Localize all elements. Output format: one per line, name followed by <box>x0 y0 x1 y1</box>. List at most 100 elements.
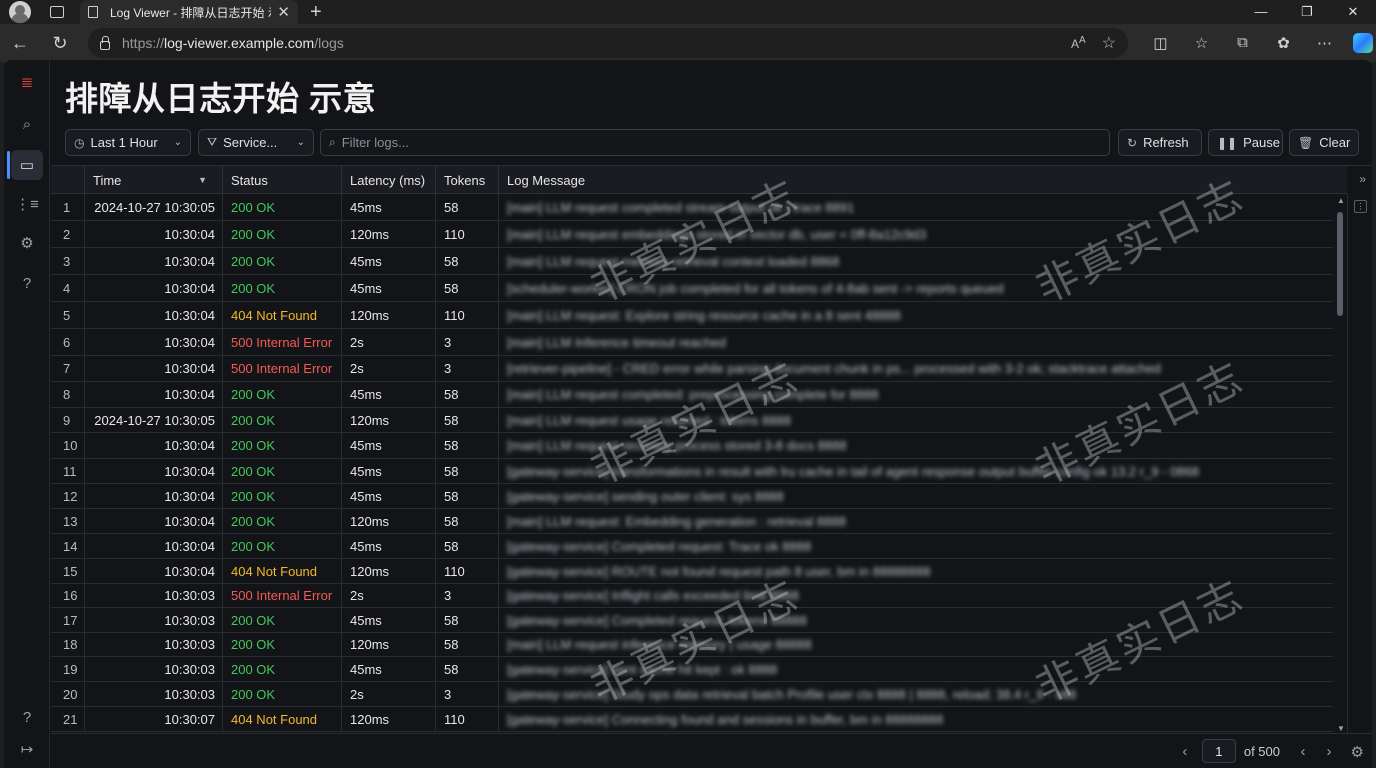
time-range-select[interactable]: ◷ Last 1 Hour ⌄ <box>65 129 191 156</box>
cell-log-message: [scheduler-worker] CRON job completed fo… <box>499 275 1333 301</box>
prev-page-icon[interactable]: ‹ <box>1290 743 1316 760</box>
table-row[interactable]: 9 2024-10-27 10:30:05 200 OK 120ms 58 [main] … <box>51 408 1333 433</box>
table-row[interactable]: 1 2024-10-27 10:30:05 200 OK 45ms 58 [main] L… <box>51 194 1333 221</box>
cell-status: 500 Internal Error <box>223 356 342 381</box>
cell-log-message: [gateway-service] Completed request: tok… <box>499 608 1333 632</box>
table-row[interactable]: 13 10:30:04 200 OK 120ms 58 [main] LLM reques… <box>51 509 1333 534</box>
info-icon[interactable]: ? <box>15 705 39 729</box>
favorite-star-icon[interactable]: ☆ <box>1102 33 1116 53</box>
collections-icon[interactable]: ⧉ <box>1222 34 1263 52</box>
read-aloud-icon[interactable]: AA <box>1071 35 1086 51</box>
column-header-status[interactable]: Status <box>223 166 342 194</box>
log-message-text: [main] LLM request: Explore string resou… <box>507 307 901 323</box>
first-page-icon[interactable]: ‹ <box>1172 743 1198 760</box>
cell-status: 200 OK <box>223 484 342 508</box>
cell-time: 10:30:04 <box>85 221 223 247</box>
close-tab-icon[interactable]: ✕ <box>277 3 290 21</box>
refresh-button[interactable]: ↻ Refresh <box>1118 129 1202 156</box>
cell-log-message: [main] LLM request usage returned : toke… <box>499 408 1333 432</box>
browser-toolbar-icons: ◫ ☆ ⧉ ✿ ⋯ <box>1140 34 1345 52</box>
filter-input[interactable] <box>341 135 1082 150</box>
next-page-icon[interactable]: › <box>1316 743 1342 760</box>
url-field[interactable]: https://log-viewer.example.com/logs AA ☆ <box>88 28 1128 58</box>
table-row[interactable]: 21 10:30:07 404 Not Found 120ms 110 [gateway-… <box>51 707 1333 732</box>
split-screen-icon[interactable]: ◫ <box>1140 34 1181 52</box>
pipeline-icon[interactable]: ⋮≡ <box>15 192 39 216</box>
table-row[interactable]: 20 10:30:03 200 OK 2s 3 [gateway-service] Stu… <box>51 682 1333 707</box>
copilot-icon[interactable] <box>1353 33 1373 53</box>
scroll-up-icon[interactable]: ▲ <box>1335 196 1347 205</box>
table-footer: ‹ 1 of 500 ‹ › ⚙ <box>51 733 1372 768</box>
panel-toggle-icon[interactable]: ⋮ <box>1354 200 1367 213</box>
table-row[interactable]: 16 10:30:03 500 Internal Error 2s 3 [gateway-… <box>51 584 1333 608</box>
minimize-icon[interactable]: — <box>1238 4 1284 20</box>
sort-down-icon[interactable]: ▼ <box>198 175 207 185</box>
table-row[interactable]: 5 10:30:04 404 Not Found 120ms 110 [main] LLM… <box>51 302 1333 329</box>
browser-tab-bar: Log Viewer - 排障从日志开始 示意 ✕ + — ❐ ✕ <box>0 0 1376 24</box>
vertical-scrollbar[interactable]: ▲ ▼ <box>1335 196 1347 736</box>
table-row[interactable]: 12 10:30:04 200 OK 45ms 58 [gateway-service] … <box>51 484 1333 509</box>
profile-avatar[interactable] <box>9 1 31 23</box>
table-row[interactable]: 2 10:30:04 200 OK 120ms 110 [main] LLM reques… <box>51 221 1333 248</box>
cell-status: 404 Not Found <box>223 302 342 328</box>
cell-log-message: [gateway-service] sent cache hit kept : … <box>499 657 1333 681</box>
help-icon[interactable]: ? <box>15 271 39 295</box>
column-header-latency[interactable]: Latency (ms) <box>342 166 436 194</box>
favorites-icon[interactable]: ☆ <box>1181 34 1222 52</box>
more-icon[interactable]: ⋯ <box>1304 34 1345 52</box>
table-row[interactable]: 19 10:30:03 200 OK 45ms 58 [gateway-service] … <box>51 657 1333 682</box>
lock-icon <box>100 35 110 50</box>
row-number: 14 <box>51 534 85 558</box>
pause-button[interactable]: ❚❚ Pause <box>1208 129 1283 156</box>
service-select[interactable]: ⛛ Service... ⌄ <box>198 129 314 156</box>
settings-gear-icon[interactable]: ⚙ <box>15 231 39 255</box>
search-icon[interactable]: ⌕ <box>15 112 39 136</box>
tab-actions-icon[interactable] <box>50 6 64 18</box>
cell-time: 10:30:04 <box>85 534 223 558</box>
chevron-down-icon: ⌄ <box>296 137 305 148</box>
cell-time: 10:30:04 <box>85 329 223 355</box>
table-row[interactable]: 7 10:30:04 500 Internal Error 2s 3 [retriever… <box>51 356 1333 382</box>
cell-tokens: 58 <box>436 484 499 508</box>
table-row[interactable]: 3 10:30:04 200 OK 45ms 58 [main] LLM request … <box>51 248 1333 275</box>
table-settings-icon[interactable]: ⚙ <box>1351 743 1364 761</box>
table-row[interactable]: 15 10:30:04 404 Not Found 120ms 110 [gateway-… <box>51 559 1333 584</box>
scroll-down-icon[interactable]: ▼ <box>1335 724 1347 733</box>
cell-tokens: 3 <box>436 584 499 607</box>
back-icon[interactable]: ← <box>0 33 40 54</box>
cell-time: 10:30:04 <box>85 382 223 407</box>
clock-icon: ◷ <box>74 135 85 150</box>
row-number: 6 <box>51 329 85 355</box>
cell-latency: 2s <box>342 584 436 607</box>
extensions-icon[interactable]: ✿ <box>1263 34 1304 52</box>
cell-time: 2024-10-27 10:30:05 <box>85 408 223 432</box>
maximize-icon[interactable]: ❐ <box>1284 4 1330 20</box>
column-header-time[interactable]: Time ▼ <box>85 166 223 194</box>
active-indicator <box>7 151 10 179</box>
row-number: 7 <box>51 356 85 381</box>
table-row[interactable]: 10 10:30:04 200 OK 45ms 58 [main] LLM request… <box>51 433 1333 459</box>
page-number-input[interactable]: 1 <box>1201 739 1236 763</box>
collapse-right-icon[interactable]: » <box>1359 172 1366 186</box>
table-row[interactable]: 14 10:30:04 200 OK 45ms 58 [gateway-service] … <box>51 534 1333 559</box>
table-row[interactable]: 17 10:30:03 200 OK 45ms 58 [gateway-service] … <box>51 608 1333 633</box>
new-tab-icon[interactable]: + <box>310 1 322 24</box>
column-header-tokens[interactable]: Tokens <box>436 166 499 194</box>
table-row[interactable]: 18 10:30:03 200 OK 120ms 58 [main] LLM reques… <box>51 633 1333 657</box>
clear-button[interactable]: 🗑 Clear <box>1289 129 1359 156</box>
trash-icon: 🗑 <box>1298 135 1314 150</box>
scrollbar-thumb[interactable] <box>1337 212 1343 316</box>
logs-folder-icon[interactable]: ▭ <box>15 153 39 177</box>
page-title: 排障从日志开始 示意 <box>65 80 377 117</box>
table-row[interactable]: 11 10:30:04 200 OK 45ms 58 [gateway-service] … <box>51 459 1333 484</box>
browser-tab[interactable]: Log Viewer - 排障从日志开始 示意 ✕ <box>80 0 298 24</box>
logout-icon[interactable]: ↦ <box>15 737 39 761</box>
table-row[interactable]: 6 10:30:04 500 Internal Error 2s 3 [main] LLM… <box>51 329 1333 356</box>
reload-icon[interactable]: ↻ <box>40 33 80 54</box>
table-row[interactable]: 4 10:30:04 200 OK 45ms 58 [scheduler-worker] … <box>51 275 1333 302</box>
close-window-icon[interactable]: ✕ <box>1330 4 1376 20</box>
table-row[interactable]: 8 10:30:04 200 OK 45ms 58 [main] LLM request … <box>51 382 1333 408</box>
column-header-log-message[interactable]: Log Message <box>499 166 1333 194</box>
cell-tokens: 110 <box>436 221 499 247</box>
filter-logs-input[interactable]: ⌕ <box>320 129 1110 156</box>
